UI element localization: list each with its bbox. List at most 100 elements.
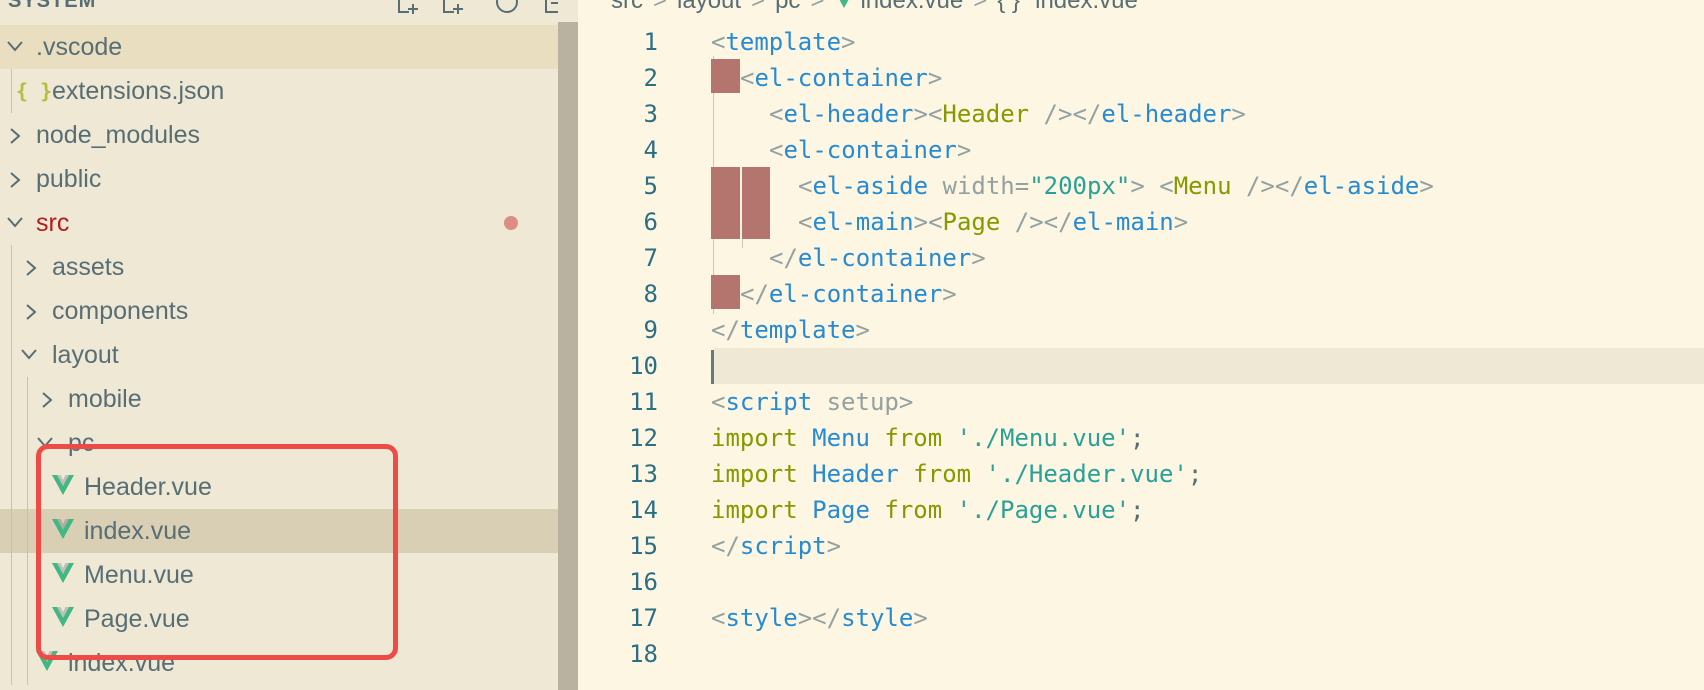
breadcrumb-item[interactable]: src xyxy=(611,0,643,15)
tree-item-label: components xyxy=(52,297,189,325)
indent-guide xyxy=(11,465,12,509)
indent-guide xyxy=(11,333,12,377)
code-text: <template> xyxy=(711,28,856,56)
indent-guide xyxy=(27,509,28,553)
indent-guide xyxy=(27,597,28,641)
tree-item-pc[interactable]: pc xyxy=(0,421,558,465)
breadcrumb-item[interactable]: index.vue xyxy=(860,0,963,15)
tree-item-page-vue[interactable]: Page.vue xyxy=(0,597,558,641)
new-folder-icon[interactable] xyxy=(440,0,466,16)
code-text: <el-container> xyxy=(769,136,972,164)
scrollbar-track-top xyxy=(558,0,578,22)
chevron-right-icon xyxy=(8,113,26,157)
tree-item-label: Menu.vue xyxy=(84,561,194,589)
code-line[interactable]: 12 import Menu from './Menu.vue'; xyxy=(578,420,1704,456)
tree-item-label: .vscode xyxy=(36,33,123,61)
tree-item-label: index.vue xyxy=(84,517,192,545)
refresh-icon[interactable] xyxy=(494,0,520,16)
indent-guide xyxy=(11,421,12,465)
tree-item-label: pc xyxy=(68,429,95,457)
code-line[interactable]: 8 </el-container> xyxy=(578,276,1704,312)
code-editor[interactable]: src > layout > pc > index.vue >{ } "index.vue" … xyxy=(578,0,1704,690)
tree-item-index-vue[interactable]: index.vue xyxy=(0,509,558,553)
tree-item-label: Page.vue xyxy=(84,605,190,633)
code-line[interactable]: 2 <el-container> xyxy=(578,60,1704,96)
tree-item-label: layout xyxy=(52,341,119,369)
indent-guide xyxy=(11,377,12,421)
tree-item-components[interactable]: components xyxy=(0,289,558,333)
tree-item-layout-index-vue[interactable]: index.vue xyxy=(0,641,558,685)
new-file-icon[interactable] xyxy=(395,0,421,16)
file-tree: .vscode { } extensions.json node_modules… xyxy=(0,25,558,685)
line-number: 17 xyxy=(629,604,658,632)
tree-item-label: assets xyxy=(52,253,125,281)
explorer-sidebar: SYSTEM .vscode { } extensions.json node_… xyxy=(0,0,578,690)
line-number: 12 xyxy=(629,424,658,452)
code-text: <script setup> xyxy=(711,388,914,416)
indent-guide xyxy=(11,289,12,333)
code-line[interactable]: 1 <template> xyxy=(578,24,1704,60)
line-number: 5 xyxy=(643,172,658,200)
indent-guide xyxy=(11,69,12,113)
breadcrumb-item[interactable]: { } "index.vue" xyxy=(997,0,1146,15)
code-text: </el-container> xyxy=(740,280,957,308)
tree-item-mobile[interactable]: mobile xyxy=(0,377,558,421)
code-line[interactable]: 9 </template> xyxy=(578,312,1704,348)
breadcrumb-item[interactable]: layout xyxy=(677,0,741,15)
tree-item-src[interactable]: src xyxy=(0,201,558,245)
chevron-down-icon xyxy=(6,25,24,69)
tree-item-vscode[interactable]: .vscode xyxy=(0,25,558,69)
code-line[interactable]: 15 </script> xyxy=(578,528,1704,564)
line-number: 14 xyxy=(629,496,658,524)
tree-item-header-vue[interactable]: Header.vue xyxy=(0,465,558,509)
code-text: import Page from './Page.vue'; xyxy=(711,496,1145,524)
tree-item-menu-vue[interactable]: Menu.vue xyxy=(0,553,558,597)
tree-item-assets[interactable]: assets xyxy=(0,245,558,289)
code-text: <style></style> xyxy=(711,604,928,632)
code-line[interactable]: 6 <el-main><Page /></el-main> xyxy=(578,204,1704,240)
code-text: <el-header><Header /></el-header> xyxy=(769,100,1246,128)
line-number: 10 xyxy=(629,352,658,380)
code-line[interactable]: 13 import Header from './Header.vue'; xyxy=(578,456,1704,492)
code-text: import Menu from './Menu.vue'; xyxy=(711,424,1145,452)
code-line[interactable]: 17 <style></style> xyxy=(578,600,1704,636)
line-number: 8 xyxy=(643,280,658,308)
chevron-right-icon xyxy=(8,157,26,201)
tree-item-public[interactable]: public xyxy=(0,157,558,201)
modified-indicator xyxy=(504,216,518,230)
chevron-down-icon xyxy=(6,201,24,245)
line-number: 6 xyxy=(643,208,658,236)
indent-guide xyxy=(27,421,28,465)
indent-guide xyxy=(11,597,12,641)
tree-item-extensions-json[interactable]: { } extensions.json xyxy=(0,69,558,113)
indent-guide xyxy=(27,377,28,421)
indent-guide xyxy=(27,641,28,685)
chevron-right-icon xyxy=(24,245,42,289)
line-number: 2 xyxy=(643,64,658,92)
code-line[interactable]: 11 <script setup> xyxy=(578,384,1704,420)
vue-file-icon xyxy=(834,0,854,15)
code-line[interactable]: 4 <el-container> xyxy=(578,132,1704,168)
code-line[interactable]: 7 </el-container> xyxy=(578,240,1704,276)
code-line[interactable]: 5 <el-aside width="200px"> <Menu /></el-… xyxy=(578,168,1704,204)
sidebar-scrollbar[interactable] xyxy=(558,22,578,690)
code-line[interactable]: 14 import Page from './Page.vue'; xyxy=(578,492,1704,528)
breadcrumb-separator: > xyxy=(973,0,988,14)
code-line[interactable]: 18 xyxy=(578,636,1704,672)
tree-item-label: mobile xyxy=(68,385,142,413)
text-cursor xyxy=(711,350,714,384)
tree-item-layout[interactable]: layout xyxy=(0,333,558,377)
code-line[interactable]: 16 xyxy=(578,564,1704,600)
code-line[interactable]: 3 <el-header><Header /></el-header> xyxy=(578,96,1704,132)
tree-item-label: Header.vue xyxy=(84,473,212,501)
tree-item-label: public xyxy=(36,165,102,193)
tree-item-label: src xyxy=(36,209,70,237)
chevron-down-icon xyxy=(20,333,38,377)
indent-guide xyxy=(11,553,12,597)
code-line[interactable]: 10 xyxy=(578,348,1704,384)
breadcrumb-item[interactable]: pc xyxy=(775,0,800,15)
indent-guide xyxy=(11,509,12,553)
line-number: 11 xyxy=(629,388,658,416)
tree-item-node-modules[interactable]: node_modules xyxy=(0,113,558,157)
breadcrumb-separator: > xyxy=(653,0,668,14)
